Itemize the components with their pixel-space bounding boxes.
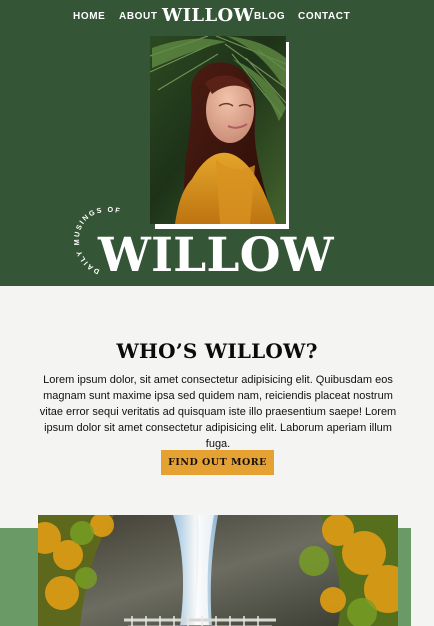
hero-wordmark: WILLOW	[98, 228, 334, 283]
top-navigation: HOME ABOUT WILLOW BLOG CONTACT	[0, 0, 434, 34]
section-title: WHO’S WILLOW?	[116, 339, 318, 364]
site-logo[interactable]: WILLOW	[162, 5, 254, 27]
nav-about-link[interactable]: ABOUT	[119, 11, 158, 22]
landing-page: HOME ABOUT WILLOW BLOG CONTACT DAILY MUS…	[0, 0, 434, 626]
find-out-more-button[interactable]: FIND OUT MORE	[161, 450, 274, 475]
nav-blog-link[interactable]: BLOG	[254, 11, 285, 22]
nav-home-link[interactable]: HOME	[73, 11, 105, 22]
about-intro-section: WHO’S WILLOW? Lorem ipsum dolor, sit ame…	[0, 286, 434, 526]
section-description: Lorem ipsum dolor, sit amet consectetur …	[39, 374, 397, 450]
hero-portrait-image	[150, 36, 286, 224]
nav-contact-link[interactable]: CONTACT	[298, 11, 350, 22]
waterfall-feature-image	[38, 515, 398, 626]
hero-section: HOME ABOUT WILLOW BLOG CONTACT DAILY MUS…	[0, 0, 434, 286]
